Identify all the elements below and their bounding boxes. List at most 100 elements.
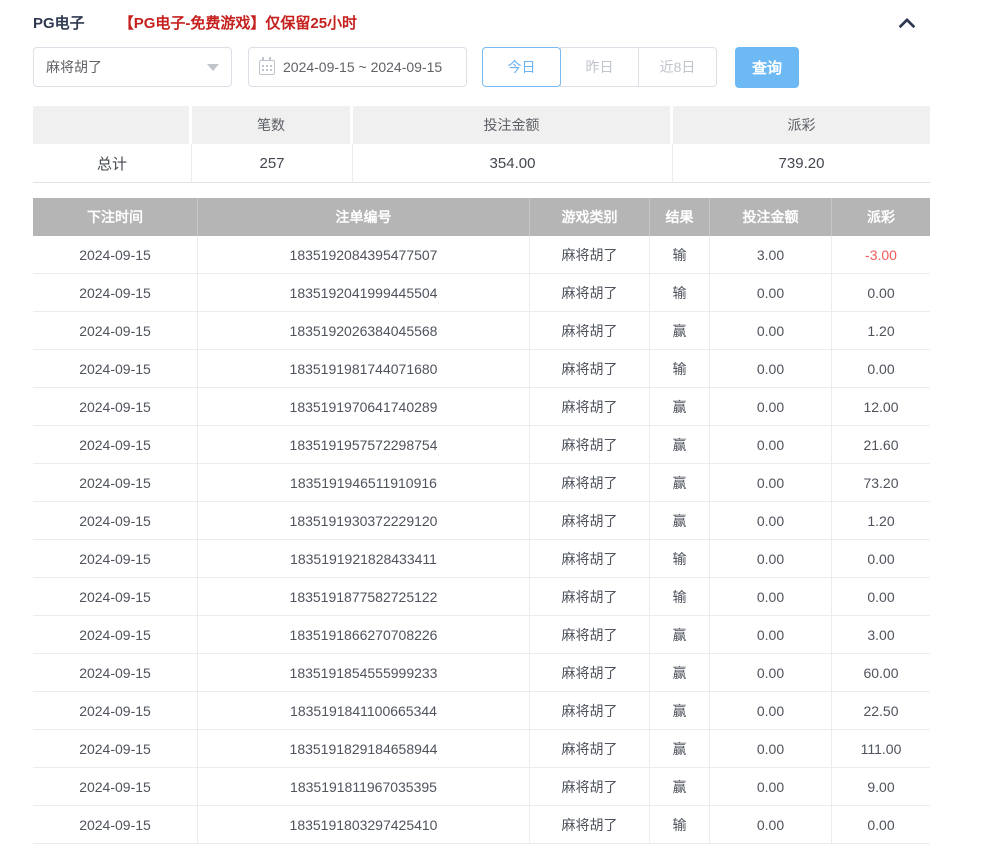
cell-bet-amount: 0.00 <box>710 274 832 312</box>
cell-game-type: 麻将胡了 <box>530 274 650 312</box>
cell-game-type: 麻将胡了 <box>530 654 650 692</box>
cell-result: 赢 <box>650 692 710 730</box>
cell-order-id: 1835192041999445504 <box>198 274 530 312</box>
cell-payout: 1.20 <box>832 502 930 540</box>
panel-title: PG电子 <box>33 12 85 33</box>
table-row: 2024-09-151835191930372229120麻将胡了赢0.001.… <box>33 502 930 540</box>
cell-bet-amount: 0.00 <box>710 350 832 388</box>
table-row: 2024-09-151835192084395477507麻将胡了输3.00-3… <box>33 236 930 274</box>
cell-bet-time: 2024-09-15 <box>33 426 198 464</box>
cell-game-type: 麻将胡了 <box>530 426 650 464</box>
cell-order-id: 1835192084395477507 <box>198 236 530 274</box>
search-button[interactable]: 查询 <box>735 47 799 88</box>
cell-payout: 0.00 <box>832 274 930 312</box>
cell-bet-time: 2024-09-15 <box>33 350 198 388</box>
cell-bet-amount: 0.00 <box>710 464 832 502</box>
cell-bet-time: 2024-09-15 <box>33 312 198 350</box>
cell-bet-time: 2024-09-15 <box>33 692 198 730</box>
quick-range-last8days[interactable]: 近8日 <box>638 47 717 87</box>
cell-payout: 3.00 <box>832 616 930 654</box>
table-row: 2024-09-151835191866270708226麻将胡了赢0.003.… <box>33 616 930 654</box>
cell-game-type: 麻将胡了 <box>530 350 650 388</box>
cell-bet-amount: 0.00 <box>710 616 832 654</box>
table-row: 2024-09-151835191877582725122麻将胡了输0.000.… <box>33 578 930 616</box>
cell-game-type: 麻将胡了 <box>530 464 650 502</box>
panel-header: PG电子 【PG电子-免费游戏】仅保留25小时 <box>33 0 930 34</box>
cell-game-type: 麻将胡了 <box>530 806 650 844</box>
chevron-up-icon <box>899 18 916 35</box>
cell-game-type: 麻将胡了 <box>530 578 650 616</box>
cell-result: 输 <box>650 806 710 844</box>
cell-order-id: 1835191841100665344 <box>198 692 530 730</box>
table-row: 2024-09-151835191854555999233麻将胡了赢0.0060… <box>33 654 930 692</box>
cell-bet-time: 2024-09-15 <box>33 654 198 692</box>
game-type-select[interactable]: 麻将胡了 <box>33 47 232 87</box>
cell-bet-time: 2024-09-15 <box>33 578 198 616</box>
cell-bet-amount: 3.00 <box>710 236 832 274</box>
table-row: 2024-09-151835191957572298754麻将胡了赢0.0021… <box>33 426 930 464</box>
table-row: 2024-09-151835192041999445504麻将胡了输0.000.… <box>33 274 930 312</box>
cell-bet-amount: 0.00 <box>710 578 832 616</box>
cell-payout: 0.00 <box>832 578 930 616</box>
cell-bet-amount: 0.00 <box>710 806 832 844</box>
quick-range-yesterday[interactable]: 昨日 <box>560 47 639 87</box>
cell-bet-time: 2024-09-15 <box>33 236 198 274</box>
cell-order-id: 1835191970641740289 <box>198 388 530 426</box>
cell-game-type: 麻将胡了 <box>530 388 650 426</box>
cell-result: 赢 <box>650 388 710 426</box>
cell-order-id: 1835191921828433411 <box>198 540 530 578</box>
cell-bet-amount: 0.00 <box>710 654 832 692</box>
cell-bet-time: 2024-09-15 <box>33 806 198 844</box>
records-col-order-id: 注单编号 <box>198 198 530 236</box>
cell-result: 赢 <box>650 464 710 502</box>
records-col-bet-time: 下注时间 <box>33 198 198 236</box>
cell-game-type: 麻将胡了 <box>530 502 650 540</box>
table-row: 2024-09-151835191811967035395麻将胡了赢0.009.… <box>33 768 930 806</box>
cell-bet-amount: 0.00 <box>710 502 832 540</box>
cell-payout: 0.00 <box>832 350 930 388</box>
quick-range-group: 今日 昨日 近8日 <box>482 47 717 87</box>
cell-payout: 0.00 <box>832 540 930 578</box>
filter-bar: 麻将胡了 2024-09-15 ~ 2024-09-15 今日 昨日 近8日 查… <box>33 47 930 87</box>
cell-order-id: 1835191877582725122 <box>198 578 530 616</box>
records-header-row: 下注时间注单编号游戏类别结果投注金额派彩 <box>33 198 930 236</box>
summary-total-row: 总计 257 354.00 739.20 <box>33 144 930 183</box>
cell-order-id: 1835191946511910916 <box>198 464 530 502</box>
cell-game-type: 麻将胡了 <box>530 616 650 654</box>
quick-range-today[interactable]: 今日 <box>482 47 561 87</box>
summary-col-blank <box>33 106 192 144</box>
table-row: 2024-09-151835191841100665344麻将胡了赢0.0022… <box>33 692 930 730</box>
cell-order-id: 1835192026384045568 <box>198 312 530 350</box>
table-row: 2024-09-151835191921828433411麻将胡了输0.000.… <box>33 540 930 578</box>
cell-payout: 22.50 <box>832 692 930 730</box>
cell-game-type: 麻将胡了 <box>530 768 650 806</box>
cell-bet-amount: 0.00 <box>710 426 832 464</box>
records-col-payout: 派彩 <box>832 198 930 236</box>
cell-bet-time: 2024-09-15 <box>33 274 198 312</box>
cell-game-type: 麻将胡了 <box>530 312 650 350</box>
cell-payout: 21.60 <box>832 426 930 464</box>
cell-bet-time: 2024-09-15 <box>33 502 198 540</box>
summary-col-count: 笔数 <box>192 106 353 144</box>
records-col-game-type: 游戏类别 <box>530 198 650 236</box>
cell-payout: 0.00 <box>832 806 930 844</box>
cell-bet-amount: 0.00 <box>710 768 832 806</box>
date-range-input[interactable]: 2024-09-15 ~ 2024-09-15 <box>248 47 467 87</box>
collapse-button[interactable] <box>896 11 918 33</box>
cell-bet-amount: 0.00 <box>710 730 832 768</box>
cell-result: 输 <box>650 540 710 578</box>
cell-payout: 111.00 <box>832 730 930 768</box>
summary-total-bet-amount: 354.00 <box>353 144 673 183</box>
cell-bet-time: 2024-09-15 <box>33 768 198 806</box>
summary-col-bet-amount: 投注金额 <box>353 106 673 144</box>
cell-order-id: 1835191854555999233 <box>198 654 530 692</box>
cell-game-type: 麻将胡了 <box>530 236 650 274</box>
cell-order-id: 1835191981744071680 <box>198 350 530 388</box>
cell-result: 赢 <box>650 312 710 350</box>
summary-col-payout: 派彩 <box>673 106 930 144</box>
cell-order-id: 1835191829184658944 <box>198 730 530 768</box>
cell-result: 输 <box>650 350 710 388</box>
summary-table: 笔数 投注金额 派彩 总计 257 354.00 739.20 <box>33 106 930 183</box>
cell-order-id: 1835191957572298754 <box>198 426 530 464</box>
summary-total-label: 总计 <box>33 144 192 183</box>
